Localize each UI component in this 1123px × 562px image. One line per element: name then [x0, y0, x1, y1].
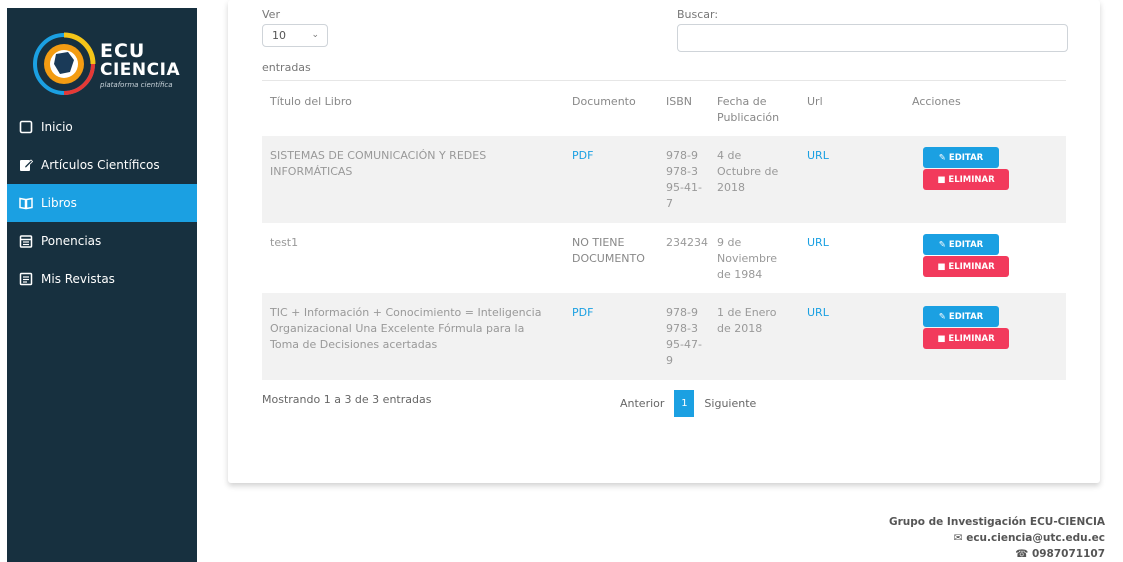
url-link[interactable]: URL	[807, 235, 829, 251]
sidebar-item-label: Artículos Científicos	[41, 158, 160, 172]
sidebar-item-ponencias[interactable]: Ponencias	[7, 222, 197, 260]
book-date: 4 de Octubre de 2018	[717, 149, 779, 194]
footer-group: Grupo de Investigación ECU-CIENCIA	[888, 516, 1105, 528]
book-title: TIC + Información + Conocimiento = Intel…	[270, 306, 542, 351]
header-date[interactable]: Fecha de Publicación	[717, 94, 787, 126]
edit-label: EDITAR	[948, 152, 984, 163]
book-isbn: 978-9978-395-47-9	[666, 306, 702, 367]
sidebar-item-libros[interactable]: Libros	[7, 184, 197, 222]
footer-email-row: ✉ ecu.ciencia@utc.edu.ec	[889, 530, 1105, 546]
book-title: SISTEMAS DE COMUNICACIÓN Y REDES INFORMÁ…	[270, 149, 487, 178]
edit-label: EDITAR	[948, 239, 984, 250]
entries-label: entradas	[262, 61, 311, 74]
sidebar-item-inicio[interactable]: Inicio	[7, 108, 197, 146]
table-row: test1 NO TIENE DOCUMENTO 234234 9 de Nov…	[262, 223, 1066, 293]
sidebar: ECU CIENCIA plataforma científica Inicio…	[7, 8, 197, 562]
edit-icon	[19, 158, 33, 172]
book-date: 1 de Enero de 2018	[717, 306, 777, 335]
header-document[interactable]: Documento	[572, 94, 636, 110]
brand-tagline: plataforma científica	[100, 81, 173, 89]
url-link[interactable]: URL	[807, 305, 829, 321]
table-header: Título del Libro Documento ISBN Fecha de…	[262, 80, 1066, 136]
table-row: TIC + Información + Conocimiento = Intel…	[262, 293, 1066, 380]
sidebar-item-label: Ponencias	[41, 234, 102, 248]
document-link[interactable]: PDF	[572, 305, 593, 321]
book-title: test1	[270, 236, 299, 249]
square-icon	[19, 120, 33, 134]
pencil-icon: ✎	[938, 311, 946, 322]
trash-icon: ■	[937, 261, 946, 272]
envelope-icon: ✉	[953, 532, 963, 544]
sidebar-item-label: Inicio	[41, 120, 73, 134]
trash-icon: ■	[937, 333, 946, 344]
table-row: SISTEMAS DE COMUNICACIÓN Y REDES INFORMÁ…	[262, 136, 1066, 223]
logo-globe-icon	[33, 32, 96, 95]
logo-text: ECU CIENCIA plataforma científica	[100, 40, 181, 90]
header-url[interactable]: Url	[807, 94, 823, 110]
search-input[interactable]	[677, 24, 1068, 52]
sidebar-item-articulos[interactable]: Artículos Científicos	[7, 146, 197, 184]
pagination-prev[interactable]: Anterior	[620, 397, 664, 410]
sidebar-item-label: Libros	[41, 196, 77, 210]
ecu-ciencia-logo[interactable]: ECU CIENCIA plataforma científica	[32, 28, 192, 100]
trash-icon: ■	[937, 174, 946, 185]
delete-button[interactable]: ■ ELIMINAR	[923, 169, 1009, 190]
pagination: Anterior 1 Siguiente	[620, 390, 756, 417]
header-isbn[interactable]: ISBN	[666, 94, 692, 110]
delete-label: ELIMINAR	[948, 174, 995, 185]
delete-button[interactable]: ■ ELIMINAR	[923, 328, 1009, 349]
sidebar-nav: Inicio Artículos Científicos Libros Pone…	[7, 108, 197, 298]
pagination-next[interactable]: Siguiente	[704, 397, 756, 410]
page-size-value: 10	[272, 29, 286, 42]
edit-button[interactable]: ✎ EDITAR	[923, 306, 999, 327]
delete-button[interactable]: ■ ELIMINAR	[923, 256, 1009, 277]
sidebar-item-revistas[interactable]: Mis Revistas	[7, 260, 197, 298]
pagination-page-1[interactable]: 1	[674, 390, 695, 417]
journal-icon	[19, 272, 33, 286]
edit-label: EDITAR	[948, 311, 984, 322]
brand-line2: CIENCIA	[100, 60, 181, 80]
footer-email[interactable]: ecu.ciencia@utc.edu.ec	[966, 532, 1105, 544]
book-icon	[19, 196, 33, 210]
phone-icon: ☎	[1015, 548, 1029, 560]
book-isbn: 978-9978-395-41-7	[666, 149, 702, 210]
document-link[interactable]: PDF	[572, 148, 593, 164]
delete-label: ELIMINAR	[948, 333, 995, 344]
calendar-icon	[19, 234, 33, 248]
show-label: Ver	[262, 8, 280, 21]
footer-phone-row: ☎ 0987071107	[889, 546, 1105, 562]
footer: Grupo de Investigación ECU-CIENCIA ✉ ecu…	[889, 514, 1105, 562]
header-title[interactable]: Título del Libro	[270, 94, 352, 110]
search-label: Buscar:	[677, 8, 719, 21]
table-info: Mostrando 1 a 3 de 3 entradas	[262, 393, 432, 406]
brand-line1: ECU	[100, 40, 146, 62]
chevron-down-icon: ⌄	[311, 30, 319, 40]
footer-phone: 0987071107	[1031, 548, 1105, 560]
page-size-select[interactable]: 10 ⌄	[262, 24, 328, 47]
edit-button[interactable]: ✎ EDITAR	[923, 234, 999, 255]
sidebar-item-label: Mis Revistas	[41, 272, 115, 286]
pencil-icon: ✎	[938, 239, 946, 250]
book-isbn: 234234	[666, 236, 708, 249]
pencil-icon: ✎	[938, 152, 946, 163]
delete-label: ELIMINAR	[948, 261, 995, 272]
edit-button[interactable]: ✎ EDITAR	[923, 147, 999, 168]
books-card: Ver 10 ⌄ entradas Buscar: Título del Lib…	[228, 0, 1100, 483]
book-date: 9 de Noviembre de 1984	[717, 236, 778, 281]
document-status: NO TIENE DOCUMENTO	[572, 236, 645, 265]
header-actions: Acciones	[912, 95, 961, 108]
url-link[interactable]: URL	[807, 148, 829, 164]
